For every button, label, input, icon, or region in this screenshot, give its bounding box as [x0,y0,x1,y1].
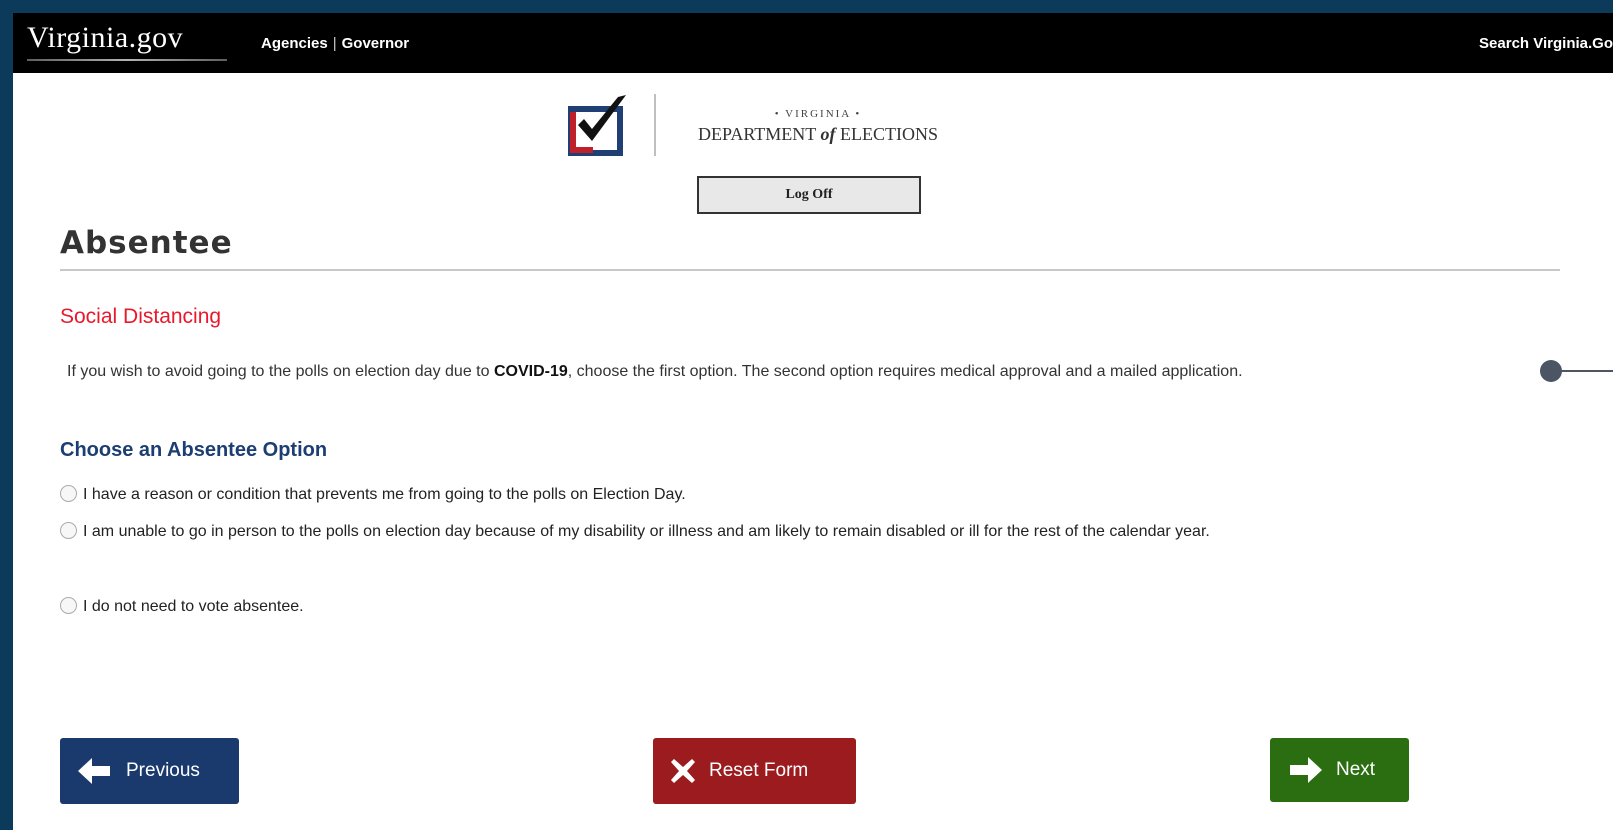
absentee-option-disability[interactable]: I am unable to go in person to the polls… [60,513,1560,551]
logo-title-part: ELECTIONS [835,124,938,144]
virginia-gov-logo[interactable]: Virginia.gov [27,21,183,55]
title-divider [60,269,1560,271]
page-title: Absentee [60,225,233,261]
info-text-bold: COVID-19 [493,363,568,380]
social-distancing-heading: Social Distancing [60,305,222,328]
info-text-part: If you wish to avoid going to the polls … [67,363,494,380]
absentee-option-reason[interactable]: I have a reason or condition that preven… [60,476,1560,514]
agencies-link[interactable]: Agencies [261,35,328,52]
link-separator: | [332,35,337,52]
checkbox-logo-icon [568,95,626,156]
arrow-left-icon [78,758,110,784]
next-label: Next [1336,759,1376,780]
option-label[interactable]: I am unable to go in person to the polls… [83,523,1210,540]
logo-subtitle: • VIRGINIA • [774,108,862,120]
log-off-button[interactable]: Log Off [697,176,921,214]
radio-button[interactable] [60,484,77,502]
option-label[interactable]: I have a reason or condition that preven… [83,486,686,503]
option-label[interactable]: I do not need to vote absentee. [83,598,304,615]
reset-form-button[interactable]: Reset Form [653,738,856,804]
radio-button[interactable] [60,596,77,614]
brand-underline [27,59,227,61]
logo-divider [654,94,656,156]
governor-link[interactable]: Governor [342,35,410,52]
absentee-option-none[interactable]: I do not need to vote absentee. [60,588,1560,626]
annotation-line [1558,370,1613,372]
x-icon [671,759,695,783]
browser-page: Virginia.gov Agencies | Governor Search Vi… [13,13,1613,830]
search-virginia-link[interactable]: Search Virginia.Go [1479,35,1613,52]
logo-title-of: of [820,124,836,144]
logo-title-part: DEPARTMENT [698,124,821,144]
top-links: Agencies | Governor [261,35,409,52]
info-text-part: , choose the first option. The second op… [567,363,1243,380]
top-navigation-bar: Virginia.gov Agencies | Governor Search Vi… [13,13,1613,73]
covid-info-text: If you wish to avoid going to the polls … [67,356,1522,387]
next-button[interactable]: Next [1270,738,1409,802]
previous-button[interactable]: Previous [60,738,239,804]
previous-label: Previous [126,760,200,781]
radio-button[interactable] [60,521,77,539]
reset-label: Reset Form [709,760,809,781]
absentee-options-heading: Choose an Absentee Option [60,439,328,461]
logo-title: DEPARTMENT of ELECTIONS [668,124,968,145]
arrow-right-icon [1290,757,1322,783]
department-of-elections-logo: • VIRGINIA • DEPARTMENT of ELECTIONS [568,91,988,163]
